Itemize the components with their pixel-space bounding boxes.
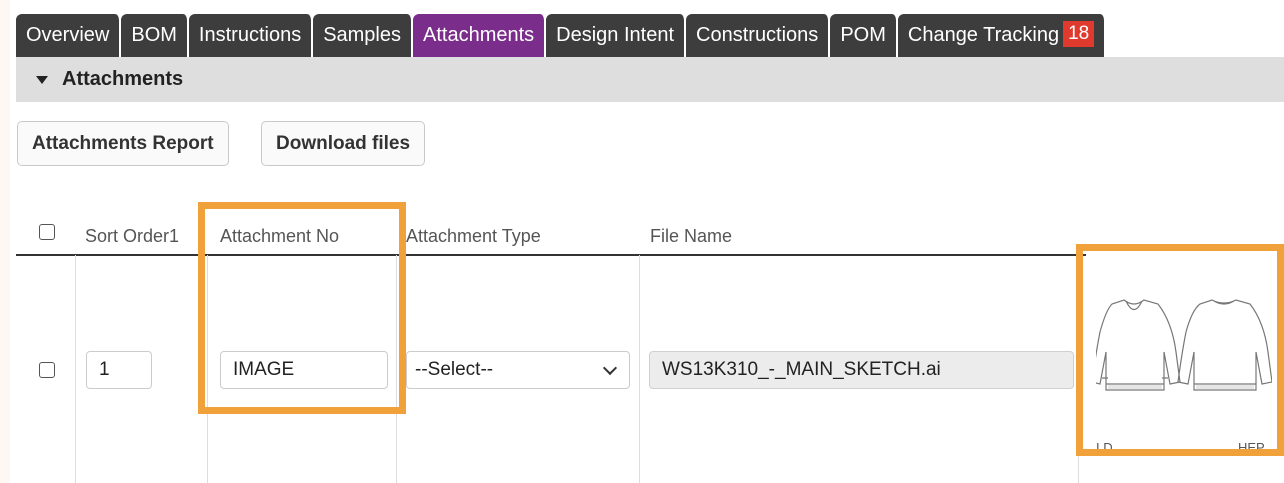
- tab-constructions[interactable]: Constructions: [686, 14, 831, 57]
- column-divider: [396, 255, 397, 483]
- row-checkbox[interactable]: [39, 362, 55, 378]
- column-header-sort-order[interactable]: Sort Order1: [85, 226, 179, 247]
- tab-change-tracking-label: Change Tracking: [907, 24, 1060, 46]
- tab-change-tracking[interactable]: Change Tracking 18: [897, 14, 1107, 57]
- thumbnail-caption-left: I D...: [1096, 440, 1124, 455]
- column-header-attachment-no[interactable]: Attachment No: [220, 226, 339, 247]
- thumbnail-caption-right: HEP: [1238, 440, 1265, 455]
- tab-overview[interactable]: Overview: [16, 14, 122, 57]
- header-divider: [16, 254, 1086, 256]
- sort-order-input[interactable]: 1: [86, 351, 152, 389]
- change-count-badge: 18: [1063, 20, 1095, 47]
- section-title: Attachments: [62, 68, 184, 90]
- column-divider: [1078, 255, 1079, 483]
- attachments-report-button[interactable]: Attachments Report: [17, 121, 229, 166]
- caret-down-icon: [36, 75, 48, 84]
- file-name-field: WS13K310_-_MAIN_SKETCH.ai: [649, 351, 1074, 389]
- tab-bar: Overview BOM Instructions Samples Attach…: [16, 14, 1107, 57]
- attachment-type-select[interactable]: --Select--: [406, 351, 630, 389]
- app-window: Overview BOM Instructions Samples Attach…: [10, 0, 1284, 483]
- select-all-checkbox[interactable]: [39, 224, 55, 240]
- sweater-sketch-thumbnail[interactable]: [1096, 292, 1272, 402]
- tab-instructions[interactable]: Instructions: [188, 14, 314, 57]
- column-divider: [207, 255, 208, 483]
- column-divider: [75, 255, 76, 483]
- attachment-no-input[interactable]: IMAGE: [220, 351, 388, 389]
- tab-design-intent[interactable]: Design Intent: [546, 14, 687, 57]
- column-header-file-name[interactable]: File Name: [650, 226, 732, 247]
- tab-pom[interactable]: POM: [830, 14, 898, 57]
- tab-samples[interactable]: Samples: [313, 14, 413, 57]
- download-files-button[interactable]: Download files: [261, 121, 426, 166]
- attachments-section-header[interactable]: Attachments: [16, 57, 1284, 102]
- chevron-down-icon: [602, 360, 618, 376]
- attachment-type-value: --Select--: [415, 359, 494, 380]
- column-divider: [639, 255, 640, 483]
- column-header-attachment-type[interactable]: Attachment Type: [406, 226, 541, 247]
- tab-attachments[interactable]: Attachments: [413, 14, 547, 57]
- tab-bom[interactable]: BOM: [121, 14, 189, 57]
